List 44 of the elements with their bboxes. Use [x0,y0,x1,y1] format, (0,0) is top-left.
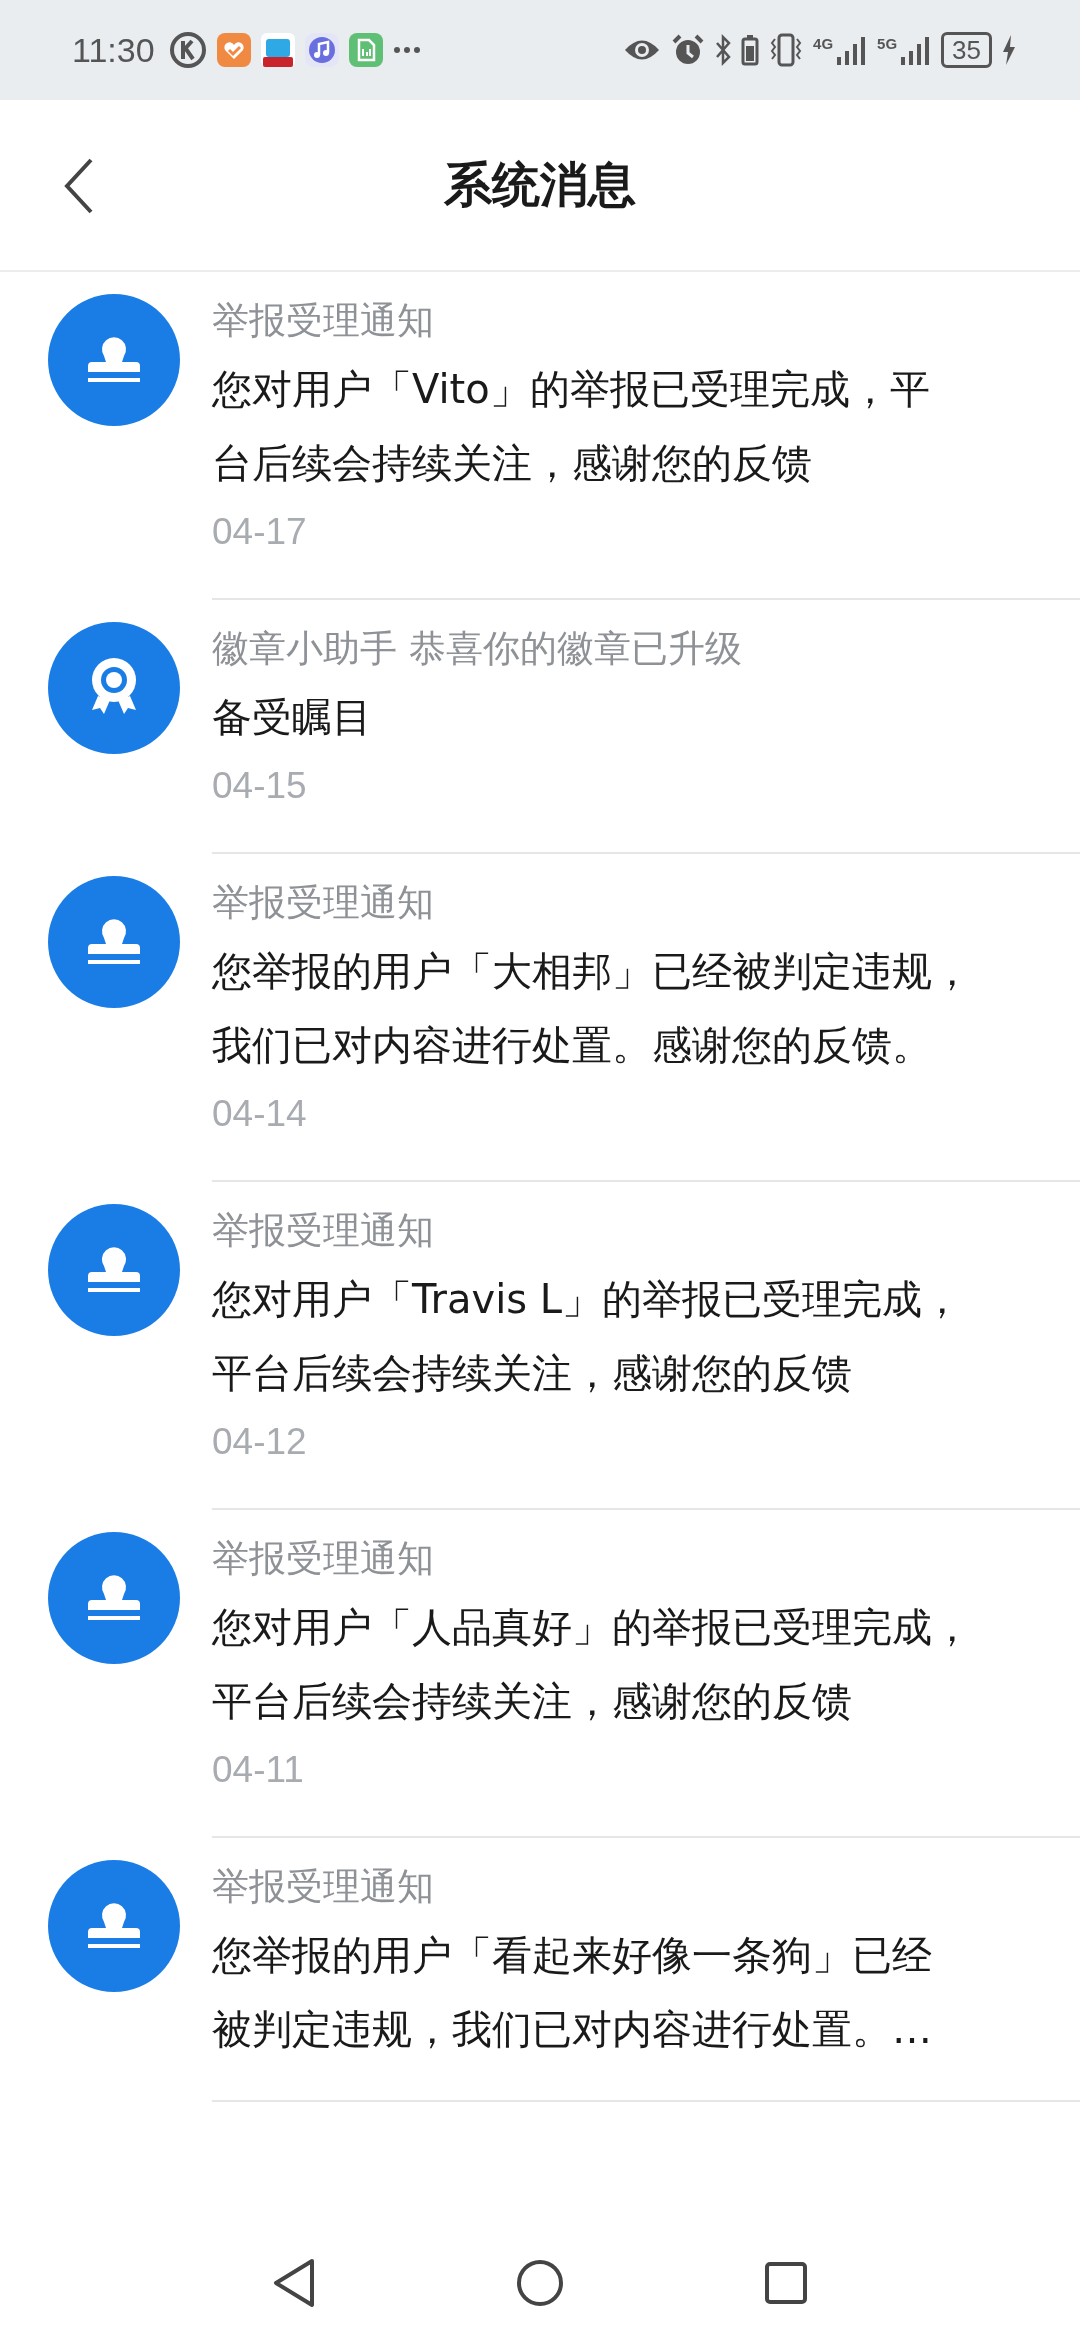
award-ribbon-icon [48,622,180,754]
message-date: 04-11 [212,1748,305,1792]
message-date: 04-14 [212,1092,308,1136]
stamp-icon [48,1860,180,1992]
message-text: 备受瞩目 [212,693,373,742]
message-text: 您举报的用户「看起来好像一条狗」已经 被判定违规，我们已对内容进行处置。… [212,1931,933,2054]
battery-level-indicator: 35 [941,32,992,68]
message-title: 举报受理通知 [212,1208,435,1254]
signal-bars-icon [901,35,932,65]
message-title: 举报受理通知 [212,1864,435,1910]
network-type-label: 5G [877,34,898,52]
message-title: 举报受理通知 [212,1536,435,1582]
music-note-app-icon [304,33,339,67]
home-nav-icon[interactable] [516,2258,564,2307]
heart-app-icon [216,33,251,67]
battery-icon [741,34,760,66]
more-dots-icon [392,46,421,54]
signal-bars-icon [837,35,868,65]
message-text: 您举报的用户「大相邦」已经被判定违规， 我们已对内容进行处置。感谢您的反馈。 [212,947,973,1070]
back-icon[interactable] [64,158,94,214]
page-title: 系统消息 [444,155,636,214]
recents-nav-icon[interactable] [764,2260,808,2305]
sim-card-app-icon [348,33,383,67]
message-title: 举报受理通知 [212,298,435,344]
back-nav-icon[interactable] [272,2257,316,2308]
message-title: 举报受理通知 [212,880,435,926]
message-text: 您对用户「Travis L」的举报已受理完成， 平台后续会持续关注，感谢您的反馈 [212,1275,964,1398]
stamp-icon [48,1532,180,1664]
vibrate-icon [769,33,804,67]
network-type-label: 4G [813,34,834,52]
k-circle-icon [168,31,207,69]
status-time: 11:30 [72,30,155,70]
stamp-icon [48,876,180,1008]
alarm-clock-icon [671,33,706,67]
stamp-icon [48,1204,180,1336]
stamp-icon [48,294,180,426]
charging-bolt-icon [1002,35,1016,65]
message-text: 您对用户「人品真好」的举报已受理完成， 平台后续会持续关注，感谢您的反馈 [212,1603,973,1726]
message-text: 您对用户「Vito」的举报已受理完成，平 台后续会持续关注，感谢您的反馈 [212,365,931,488]
message-date: 04-17 [212,510,308,554]
bluetooth-icon [715,34,732,66]
message-date: 04-12 [212,1420,308,1464]
message-title: 徽章小助手 恭喜你的徽章已升级 [212,626,743,672]
message-date: 04-15 [212,764,308,808]
